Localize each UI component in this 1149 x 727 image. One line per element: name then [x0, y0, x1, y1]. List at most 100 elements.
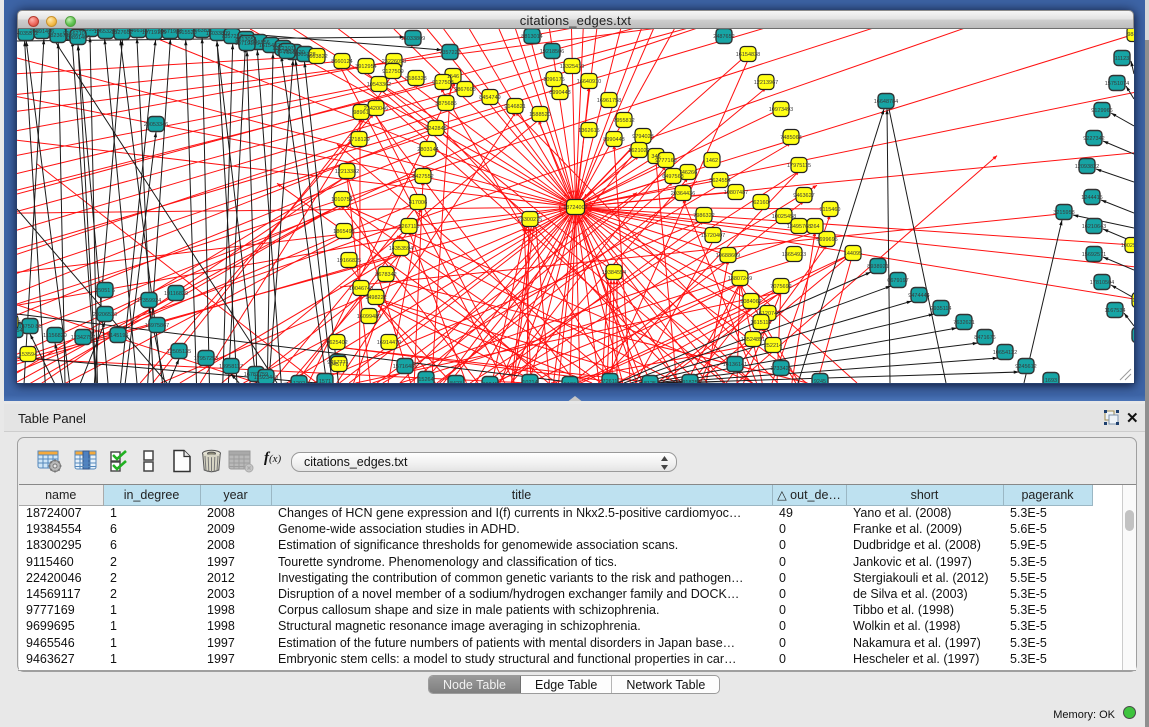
- svg-text:1571: 1571: [319, 379, 331, 383]
- svg-text:7075692: 7075692: [770, 284, 791, 290]
- svg-text:264: 264: [810, 224, 819, 230]
- svg-text:13325419: 13325419: [560, 64, 584, 70]
- svg-text:8186328: 8186328: [405, 76, 426, 82]
- svg-text:62160: 62160: [753, 200, 768, 206]
- svg-text:98840: 98840: [1127, 32, 1134, 38]
- svg-text:10688609: 10688609: [716, 253, 740, 259]
- svg-text:16210643: 16210643: [1082, 224, 1106, 230]
- svg-text:98961: 98961: [353, 110, 368, 116]
- svg-text:17359924: 17359924: [137, 298, 161, 304]
- svg-text:2935114: 2935114: [930, 306, 951, 312]
- svg-text:153594: 153594: [19, 352, 37, 358]
- svg-text:12213967: 12213967: [754, 80, 778, 86]
- svg-text:10214: 10214: [522, 380, 537, 383]
- svg-text:9245612: 9245612: [1015, 364, 1036, 370]
- svg-text:8471676: 8471676: [974, 335, 995, 341]
- svg-text:17975115: 17975115: [787, 163, 811, 169]
- svg-text:23300275: 23300275: [518, 217, 542, 223]
- svg-text:8423: 8423: [450, 381, 462, 383]
- svg-text:18724007: 18724007: [563, 205, 587, 211]
- svg-text:3912954: 3912954: [355, 64, 376, 70]
- svg-text:9474444: 9474444: [908, 293, 929, 299]
- svg-text:1292: 1292: [293, 381, 305, 383]
- svg-text:19166825: 19166825: [337, 258, 361, 264]
- svg-text:9129966: 9129966: [1091, 108, 1112, 114]
- svg-text:9115460: 9115460: [819, 207, 840, 213]
- svg-text:2803144: 2803144: [417, 147, 438, 153]
- svg-text:1588520: 1588520: [529, 112, 550, 118]
- svg-text:12213382: 12213382: [335, 169, 359, 175]
- svg-text:9084067: 9084067: [740, 299, 761, 305]
- svg-text:39154: 39154: [17, 328, 23, 334]
- svg-text:16099489: 16099489: [357, 314, 381, 320]
- svg-text:1621022: 1621022: [628, 148, 649, 154]
- svg-text:10973493: 10973493: [769, 107, 793, 113]
- svg-text:7632621: 7632621: [953, 320, 974, 326]
- svg-text:91825: 91825: [682, 380, 697, 383]
- svg-text:8660124: 8660124: [331, 59, 352, 65]
- svg-text:2867608: 2867608: [454, 87, 475, 93]
- svg-text:1865493: 1865493: [333, 229, 354, 235]
- svg-text:10025453: 10025453: [1121, 243, 1134, 249]
- svg-text:144095: 144095: [844, 251, 862, 257]
- svg-text:15716485: 15716485: [393, 364, 417, 370]
- svg-text:14353594: 14353594: [389, 246, 413, 252]
- svg-text:9777169: 9777169: [655, 158, 676, 164]
- svg-text:8454749: 8454749: [479, 95, 500, 101]
- svg-text:19218506: 19218506: [540, 49, 564, 55]
- svg-text:13524851: 13524851: [741, 337, 765, 343]
- svg-text:15264: 15264: [418, 377, 433, 383]
- svg-text:10025458: 10025458: [772, 214, 796, 220]
- svg-text:18807249: 18807249: [728, 276, 752, 282]
- svg-text:12923448: 12923448: [254, 375, 278, 381]
- svg-text:20053346: 20053346: [144, 122, 168, 128]
- svg-text:11123: 11123: [1115, 56, 1129, 62]
- svg-text:7986322: 7986322: [693, 213, 714, 219]
- svg-text:9699695: 9699695: [816, 237, 837, 243]
- svg-text:8938921: 8938921: [867, 264, 888, 270]
- svg-text:20891406: 20891406: [66, 35, 90, 41]
- svg-text:7515520: 7515520: [276, 49, 297, 55]
- svg-text:6990448: 6990448: [549, 90, 570, 96]
- svg-text:10543362: 10543362: [367, 82, 391, 88]
- svg-text:16914479: 16914479: [377, 340, 401, 346]
- svg-text:17957253: 17957253: [194, 356, 218, 362]
- svg-text:9127508: 9127508: [432, 80, 453, 86]
- svg-text:9242848: 9242848: [425, 126, 446, 132]
- svg-text:8990448: 8990448: [603, 137, 624, 143]
- svg-text:10807487: 10807487: [724, 190, 748, 196]
- svg-text:7357227: 7357227: [439, 50, 460, 56]
- svg-text:10654122: 10654122: [993, 350, 1017, 356]
- svg-text:72611: 72611: [603, 379, 618, 383]
- svg-text:9127509: 9127509: [382, 69, 403, 75]
- svg-text:20364436: 20364436: [671, 191, 695, 197]
- svg-text:8125: 8125: [644, 381, 656, 383]
- svg-text:14136141: 14136141: [723, 362, 747, 368]
- svg-text:3624554: 3624554: [709, 178, 730, 184]
- svg-text:19116829: 19116829: [164, 291, 188, 297]
- svg-text:1096175: 1096175: [543, 77, 564, 83]
- svg-text:1244415: 1244415: [1081, 195, 1102, 201]
- svg-text:8813014: 8813014: [521, 34, 542, 40]
- svg-text:20206526: 20206526: [93, 312, 117, 318]
- svg-text:13495768: 13495768: [787, 224, 811, 230]
- svg-text:945777: 945777: [330, 362, 348, 368]
- svg-text:10046748: 10046748: [349, 286, 373, 292]
- svg-text:1693: 1693: [1045, 378, 1057, 383]
- svg-text:7625402: 7625402: [326, 340, 347, 346]
- svg-text:17810504: 17810504: [1090, 280, 1114, 286]
- svg-text:1010754: 1010754: [331, 197, 352, 203]
- svg-text:252214: 252214: [764, 343, 782, 349]
- svg-text:16120746: 16120746: [756, 311, 780, 317]
- svg-text:1167534: 1167534: [1104, 308, 1125, 314]
- svg-text:417006: 417006: [409, 200, 427, 206]
- svg-text:5126: 5126: [564, 382, 576, 383]
- svg-text:7663822: 7663822: [306, 54, 327, 60]
- svg-text:16154838: 16154838: [736, 52, 760, 58]
- svg-text:1462: 1462: [706, 158, 718, 164]
- svg-text:13975867: 13975867: [145, 323, 169, 329]
- svg-text:9245: 9245: [814, 379, 826, 383]
- svg-text:6679197: 6679197: [887, 278, 908, 284]
- svg-text:9794028: 9794028: [632, 134, 653, 140]
- svg-text:3267110: 3267110: [398, 224, 419, 230]
